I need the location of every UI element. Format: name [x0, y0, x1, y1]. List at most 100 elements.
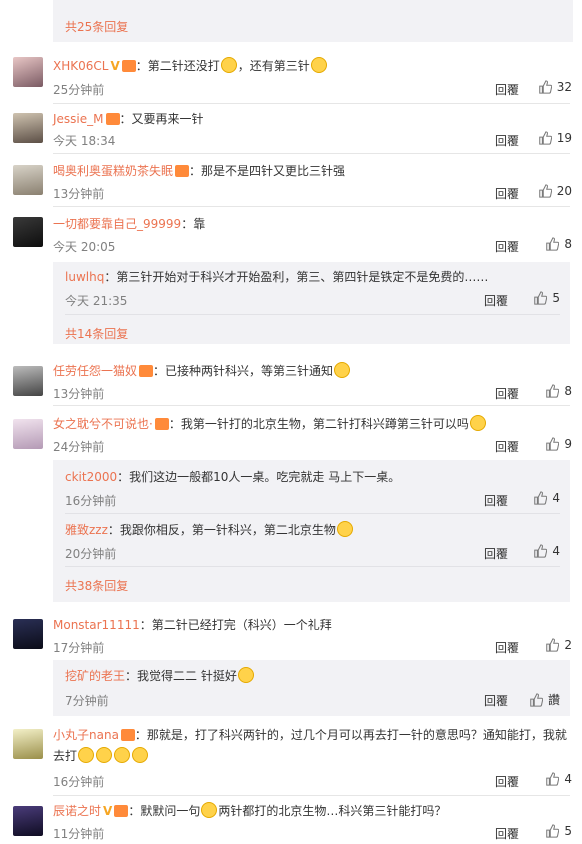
- reply-button[interactable]: 回覆: [484, 292, 508, 309]
- thumbs-up-icon: [546, 824, 560, 838]
- reply-user[interactable]: luwlhq: [65, 270, 104, 284]
- comment-text: XHK06CL V ：第二针还没打 ，还有第三针: [53, 57, 570, 75]
- emoji-icon: [96, 747, 113, 763]
- reply-button[interactable]: 回覆: [484, 492, 508, 509]
- comment-time: 13分钟前: [53, 187, 105, 201]
- comment-user[interactable]: 一切都要靠自己_99999: [53, 217, 181, 231]
- comment-item: 小丸子nana ：那就是，打了科兴两针的，过几个月可以再去打一针的意思吗？通知能打…: [0, 725, 582, 796]
- emoji-icon: [336, 521, 353, 537]
- reply-button[interactable]: 回覆: [495, 385, 519, 402]
- like-button[interactable]: 20: [530, 184, 572, 198]
- victory-hand-icon: [334, 362, 351, 378]
- reply-user[interactable]: 雅致zzz: [65, 523, 108, 537]
- comment-item: Jessie_M ：又要再来一针 今天 18:34 回覆 19: [0, 108, 582, 158]
- avatar[interactable]: [13, 729, 43, 759]
- reply-button[interactable]: 回覆: [495, 438, 519, 455]
- avatar[interactable]: [13, 419, 43, 449]
- thumbs-up-icon: [534, 491, 548, 505]
- avatar[interactable]: [13, 217, 43, 247]
- member-icon: [175, 165, 190, 177]
- reply-button[interactable]: 回覆: [495, 773, 519, 790]
- reply-box: [53, 0, 573, 42]
- reply-button[interactable]: 回覆: [495, 825, 519, 842]
- reply-button[interactable]: 回覆: [495, 238, 519, 255]
- avatar[interactable]: [13, 165, 43, 195]
- emoji-icon: [114, 747, 131, 763]
- comment-text: Monstar11111：第二针已经打完（科兴）一个礼拜: [53, 618, 332, 632]
- thumbs-up-icon: [534, 291, 548, 305]
- like-button[interactable]: 19: [530, 131, 572, 145]
- thumbs-up-icon: [546, 772, 560, 786]
- reply-user[interactable]: 挖矿的老王: [65, 669, 125, 683]
- like-button[interactable]: 8: [530, 384, 572, 398]
- comment-time: 24分钟前: [53, 440, 105, 454]
- comment-text: Jessie_M ：又要再来一针: [53, 112, 204, 126]
- reply-text: ckit2000：我们这边一般都10人一桌。吃完就走 马上下一桌。: [65, 470, 401, 484]
- comment-user[interactable]: Jessie_M: [53, 112, 104, 126]
- emoji-icon: [310, 57, 327, 73]
- comment-user[interactable]: XHK06CL: [53, 59, 108, 73]
- comment-user[interactable]: 小丸子nana: [53, 728, 119, 742]
- avatar[interactable]: [13, 57, 43, 87]
- reply-user[interactable]: ckit2000: [65, 470, 117, 484]
- comment-user[interactable]: 女之耽兮不可说也·: [53, 417, 153, 431]
- reply-button[interactable]: 回覆: [484, 545, 508, 562]
- thumbs-up-icon: [538, 184, 552, 198]
- verified-icon: V: [110, 59, 120, 73]
- comment-user[interactable]: 喝奥利奥蛋糕奶茶失眠: [53, 164, 173, 178]
- comment-user[interactable]: Monstar11111: [53, 618, 140, 632]
- comment-time: 25分钟前: [53, 83, 105, 97]
- comment-item: 一切都要靠自己_99999：靠 今天 20:05 回覆 8 luwlhq：第三针…: [0, 214, 582, 344]
- like-button[interactable]: 5: [518, 291, 560, 305]
- emoji-icon: [237, 667, 254, 683]
- divider: [65, 314, 560, 315]
- divider: [65, 566, 560, 567]
- more-replies-link[interactable]: 共25条回复: [65, 18, 128, 35]
- like-button[interactable]: 9: [530, 437, 572, 451]
- more-replies-link[interactable]: 共38条回复: [65, 577, 128, 594]
- reply-item: 挖矿的老王：我觉得二二 针挺好 7分钟前 回覆 讚: [65, 667, 560, 712]
- member-icon: [114, 805, 129, 817]
- reply-item: luwlhq：第三针开始对于科兴才开始盈利，第三、第四针是铁定不是免费的…… 今…: [65, 268, 560, 315]
- reply-button[interactable]: 回覆: [495, 132, 519, 149]
- comment-time: 今天 20:05: [53, 240, 116, 254]
- avatar[interactable]: [13, 619, 43, 649]
- reply-time: 今天 21:35: [65, 294, 128, 308]
- like-button[interactable]: 5: [530, 824, 572, 838]
- comment-item: 喝奥利奥蛋糕奶茶失眠 ：那是不是四针又更比三针强 13分钟前 回覆 20: [0, 161, 582, 211]
- reply-text: 雅致zzz：我跟你相反，第一针科兴，第二北京生物: [65, 521, 560, 539]
- comment-user[interactable]: 任劳任怨一猫奴: [53, 364, 137, 378]
- reply-button[interactable]: 回覆: [484, 692, 508, 709]
- like-button[interactable]: 32: [530, 80, 572, 94]
- reply-button[interactable]: 回覆: [495, 81, 519, 98]
- comment-item: Monstar11111：第二针已经打完（科兴）一个礼拜 17分钟前 回覆 2 …: [0, 615, 582, 716]
- comment-text: 女之耽兮不可说也· ：我第一针打的北京生物，第二针打科兴蹲第三针可以吗: [53, 415, 570, 433]
- thumbs-up-icon: [538, 80, 552, 94]
- divider: [53, 153, 570, 154]
- avatar[interactable]: [13, 113, 43, 143]
- comment-time: 17分钟前: [53, 641, 105, 655]
- like-button[interactable]: 讚: [510, 691, 560, 708]
- reply-item: ckit2000：我们这边一般都10人一桌。吃完就走 马上下一桌。 16分钟前 …: [65, 468, 560, 514]
- thumbs-up-icon: [530, 692, 543, 707]
- reply-button[interactable]: 回覆: [495, 639, 519, 656]
- comment-item: 女之耽兮不可说也· ：我第一针打的北京生物，第二针打科兴蹲第三针可以吗 24分钟前…: [0, 414, 582, 604]
- thumbs-up-icon: [538, 131, 552, 145]
- thumbs-up-icon: [534, 544, 548, 558]
- like-button[interactable]: 2: [530, 638, 572, 652]
- like-button[interactable]: 8: [530, 237, 572, 251]
- reply-button[interactable]: 回覆: [495, 185, 519, 202]
- more-replies-link[interactable]: 共14条回复: [65, 325, 128, 342]
- like-button[interactable]: 4: [518, 544, 560, 558]
- like-button[interactable]: 4: [530, 772, 572, 786]
- comment-time: 今天 18:34: [53, 134, 116, 148]
- comment-user[interactable]: 辰诺之时: [53, 804, 101, 818]
- avatar[interactable]: [13, 366, 43, 396]
- emoji-icon: [132, 747, 149, 763]
- comment-text: 喝奥利奥蛋糕奶茶失眠 ：那是不是四针又更比三针强: [53, 164, 346, 178]
- thumbs-up-icon: [546, 237, 560, 251]
- like-button[interactable]: 4: [518, 491, 560, 505]
- avatar[interactable]: [13, 806, 43, 836]
- reply-text: 挖矿的老王：我觉得二二 针挺好: [65, 667, 560, 685]
- emoji-icon: [220, 57, 237, 73]
